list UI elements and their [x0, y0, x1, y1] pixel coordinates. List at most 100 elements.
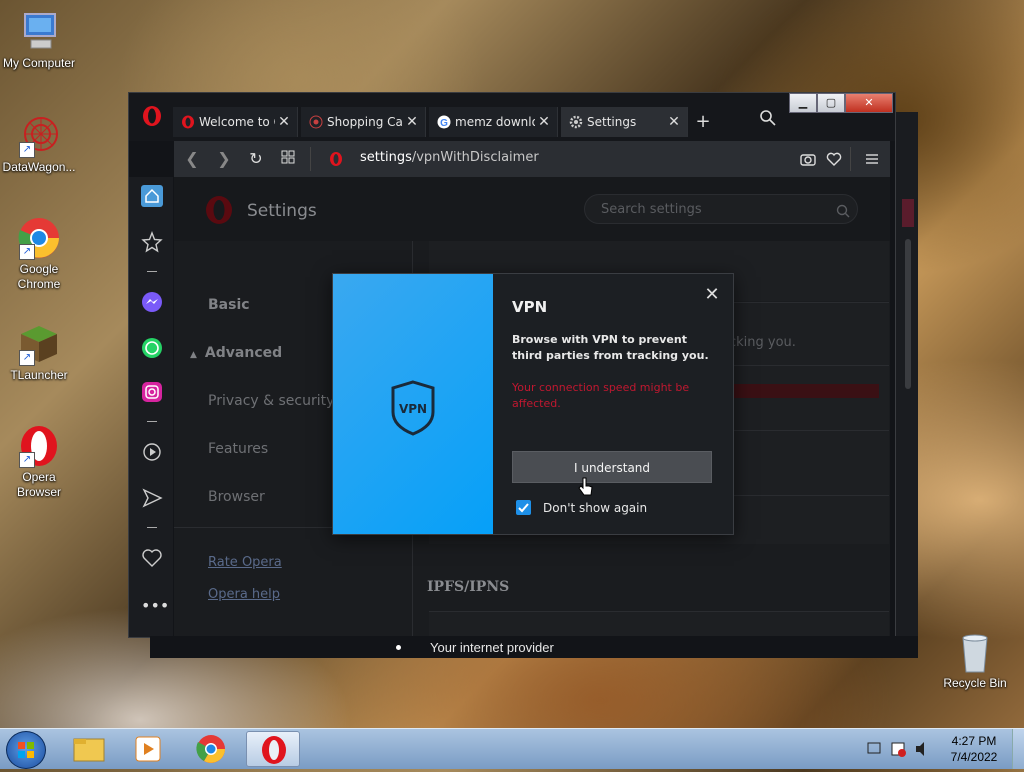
speed-dial-star-icon[interactable] — [141, 231, 163, 253]
opera-help-link[interactable]: Opera help — [208, 587, 280, 602]
flower-icon — [309, 115, 323, 129]
settings-search-input[interactable]: Search settings — [584, 194, 858, 224]
close-tab-icon[interactable]: ✕ — [665, 114, 683, 130]
clock[interactable]: 4:27 PM 7/4/2022 — [944, 733, 1004, 765]
dialog-warning: Your connection speed might be affected. — [512, 381, 690, 410]
start-button[interactable] — [6, 731, 46, 769]
nav-basic[interactable]: Basic — [208, 297, 250, 313]
search-icon — [836, 203, 850, 222]
tab-strip: Welcome to O ✕ Shopping Car ✕ G memz dow… — [129, 93, 895, 141]
chrome-icon — [196, 735, 225, 763]
new-tab-button[interactable]: + — [693, 107, 713, 137]
desktop-icon-opera[interactable]: ↗ Opera Browser — [0, 424, 78, 500]
maximize-button[interactable]: ▢ — [817, 93, 845, 113]
close-tab-icon[interactable]: ✕ — [403, 114, 421, 130]
desktop-icon-label: Google Chrome — [17, 262, 61, 291]
tlauncher-icon: ↗ — [17, 322, 61, 366]
desktop-icon-label: Opera Browser — [16, 470, 61, 499]
more-icon[interactable]: ••• — [141, 598, 169, 623]
i-understand-button[interactable]: I understand — [512, 451, 712, 483]
card-text: cking you. — [729, 335, 796, 350]
desktop-icon-label: Recycle Bin — [943, 676, 1007, 690]
minimize-button[interactable]: ▁ — [789, 93, 817, 113]
opera-icon: ↗ — [17, 424, 61, 468]
messenger-icon[interactable] — [141, 291, 163, 313]
tab-title: Shopping Car — [327, 115, 403, 129]
taskbar-chrome[interactable] — [184, 731, 238, 767]
show-desktop-button[interactable] — [1012, 729, 1024, 769]
easy-setup-icon[interactable] — [864, 151, 880, 171]
back-icon[interactable]: ❮ — [182, 149, 202, 169]
clock-date: 7/4/2022 — [950, 750, 998, 764]
section-heading-ipfs: IPFS/IPNS — [427, 579, 510, 595]
desktop-icon-datawagon[interactable]: ↗ DataWagon... — [0, 114, 78, 175]
desktop-icon-tlauncher[interactable]: ↗ TLauncher — [0, 322, 78, 383]
desktop-icon-my-computer[interactable]: My Computer — [0, 10, 78, 71]
tabs-grid-icon[interactable] — [278, 149, 298, 169]
send-icon[interactable] — [141, 487, 163, 509]
sidebar-divider — [147, 527, 157, 528]
sidebar-divider — [147, 421, 157, 422]
url-host: settings — [360, 150, 412, 165]
whatsapp-icon[interactable] — [141, 337, 163, 359]
nav-features[interactable]: Features — [208, 441, 268, 457]
opera-icon — [262, 736, 286, 764]
shortcut-arrow-icon: ↗ — [19, 350, 35, 366]
tab-shopping-cart[interactable]: Shopping Car ✕ — [301, 107, 426, 137]
taskbar-explorer[interactable] — [62, 731, 116, 767]
tab-title: memz downlo — [455, 115, 535, 129]
close-tab-icon[interactable]: ✕ — [275, 114, 293, 130]
vpn-shield-icon: VPN — [391, 380, 435, 436]
system-tray — [866, 739, 936, 759]
taskbar: 4:27 PM 7/4/2022 — [0, 728, 1024, 769]
media-player-icon — [135, 736, 161, 762]
instagram-icon[interactable] — [141, 381, 163, 403]
home-icon[interactable] — [141, 185, 163, 207]
dont-show-again-checkbox[interactable] — [516, 500, 531, 515]
google-icon: G — [437, 115, 451, 129]
tab-welcome[interactable]: Welcome to O ✕ — [173, 107, 298, 137]
scrollbar[interactable] — [902, 199, 914, 395]
nav-browser[interactable]: Browser — [208, 489, 265, 505]
tab-search-icon[interactable] — [759, 109, 777, 127]
close-icon[interactable]: ✕ — [703, 286, 721, 304]
datawagon-icon: ↗ — [17, 114, 61, 158]
heart-icon[interactable] — [141, 547, 163, 569]
volume-icon — [916, 742, 924, 756]
heart-icon[interactable] — [826, 151, 842, 171]
windows-logo-icon — [18, 742, 34, 758]
dialog-title: VPN — [512, 298, 548, 316]
vpn-dialog: VPN VPN ✕ Browse with VPN to prevent thi… — [332, 273, 734, 535]
player-icon[interactable] — [141, 441, 163, 463]
chevron-up-icon: ▲ — [190, 350, 197, 360]
desktop-icon-chrome[interactable]: ↗ Google Chrome — [0, 216, 78, 292]
nav-privacy-security[interactable]: Privacy & security — [208, 393, 334, 409]
scrollbar-accent — [902, 199, 914, 227]
taskbar-opera[interactable] — [246, 731, 300, 767]
close-window-button[interactable]: ✕ — [845, 93, 893, 113]
rate-opera-link[interactable]: Rate Opera — [208, 555, 282, 570]
checkbox-label: Don't show again — [543, 501, 648, 515]
hand-cursor-icon — [578, 477, 594, 501]
network-icon — [867, 742, 881, 754]
shortcut-arrow-icon: ↗ — [19, 142, 35, 158]
scrollbar-thumb[interactable] — [905, 239, 911, 389]
close-tab-icon[interactable]: ✕ — [535, 114, 553, 130]
desktop-icon-recycle-bin[interactable]: Recycle Bin — [936, 630, 1014, 691]
sidebar: ••• — [129, 177, 173, 637]
forward-icon[interactable]: ❯ — [214, 149, 234, 169]
clock-time: 4:27 PM — [951, 734, 997, 748]
tab-settings[interactable]: Settings ✕ — [561, 107, 688, 137]
opera-menu-icon[interactable] — [141, 105, 163, 127]
divider — [310, 147, 311, 171]
reload-icon[interactable]: ↻ — [246, 149, 266, 169]
desktop-icon-label: My Computer — [2, 56, 76, 70]
taskbar-media-player[interactable] — [122, 731, 176, 767]
recycle-bin-icon — [953, 630, 997, 674]
tab-title: Settings — [587, 115, 637, 129]
url-field[interactable]: settings/vpnWithDisclaimer — [360, 150, 539, 165]
tab-memz-download[interactable]: G memz downlo ✕ — [429, 107, 558, 137]
settings-card — [429, 611, 889, 637]
nav-advanced[interactable]: ▲ Advanced — [190, 345, 282, 361]
snapshot-icon[interactable] — [800, 151, 816, 171]
